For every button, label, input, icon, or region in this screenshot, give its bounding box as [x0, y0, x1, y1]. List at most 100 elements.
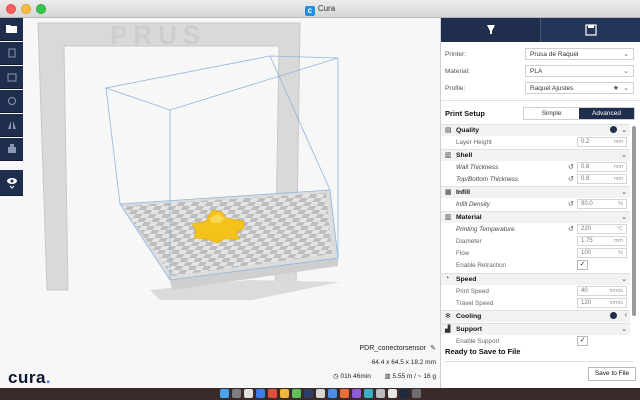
dock-app-icon[interactable] — [375, 389, 385, 398]
chevron-down-icon: ⌄ — [621, 152, 627, 159]
infill-density-input[interactable]: 90.0% — [577, 199, 627, 209]
dock-app-icon[interactable] — [363, 389, 373, 398]
layer-height-input[interactable]: 0.2 mm — [577, 137, 627, 147]
star-icon: ★ — [612, 85, 619, 92]
eye-view-icon — [6, 177, 17, 189]
print-setup-heading: Print Setup — [445, 109, 486, 118]
quality-icon: ▤ — [445, 127, 452, 134]
macos-dock — [0, 388, 640, 400]
dock-app-icon[interactable] — [243, 389, 253, 398]
dock-app-icon[interactable] — [291, 389, 301, 398]
ready-status: Ready to Save to File — [445, 347, 521, 356]
enable-retraction-checkbox[interactable]: ✓ — [577, 260, 588, 270]
category-shell[interactable]: ▥ Shell ⌄ — [441, 149, 630, 161]
chevron-down-icon: ⌄ — [623, 68, 629, 75]
dock-finder-icon[interactable] — [219, 389, 229, 398]
dock-app-icon[interactable] — [303, 389, 313, 398]
settings-scrollbar[interactable] — [632, 126, 636, 316]
per-model-settings-button[interactable] — [0, 138, 23, 161]
setting-infill-density: Infill Density ↺ 90.0% — [441, 199, 630, 211]
reset-icon[interactable]: ↺ — [568, 163, 574, 171]
flow-input[interactable]: 100% — [577, 248, 627, 258]
dock-app-icon[interactable] — [327, 389, 337, 398]
wall-thickness-input[interactable]: 0.8 mm — [577, 162, 627, 172]
gear-icon[interactable] — [610, 312, 617, 319]
save-to-file-button[interactable]: Save to File — [588, 367, 636, 381]
rotate-tool-icon — [7, 97, 16, 105]
divider — [441, 100, 640, 101]
setting-printing-temperature: Printing Temperature ↺ 220 °C — [441, 224, 630, 236]
cura-logo: cura. — [8, 368, 52, 387]
dock-cura-icon[interactable] — [399, 389, 409, 398]
travel-speed-input[interactable]: 120 mm/s — [577, 298, 627, 308]
material-icon: ▥ — [445, 214, 452, 221]
dock-launchpad-icon[interactable] — [231, 389, 241, 398]
print-time-wrap: ◷ 01h 46min — [333, 372, 371, 380]
printing-temperature-input[interactable]: 220 °C — [577, 224, 627, 234]
category-support[interactable]: ▟ Support ⌄ — [441, 323, 630, 335]
setting-diameter: Diameter 1.75 mm — [441, 236, 630, 248]
support-icon: ▟ — [445, 326, 451, 333]
chevron-down-icon: ⌄ — [621, 276, 627, 283]
material-usage-wrap: ▥ 5.55 m / ~ 16 g — [385, 372, 437, 380]
move-tool-button[interactable] — [0, 42, 23, 65]
category-infill[interactable]: ▦ Infill ⌄ — [441, 186, 630, 198]
reset-icon[interactable]: ↺ — [568, 225, 574, 233]
dock-trash-icon[interactable] — [411, 389, 421, 398]
build-plate — [120, 190, 338, 290]
shell-icon: ▥ — [445, 152, 452, 159]
material-label: Material: — [445, 68, 470, 75]
mode-simple-button[interactable]: Simple — [524, 108, 579, 119]
3d-viewport[interactable]: PRUS — [0, 18, 440, 388]
scale-tool-icon — [7, 73, 16, 82]
build-volume-scene: PRUS — [37, 20, 340, 300]
profile-select[interactable]: Raquel Ajustes ★ ⌄ — [525, 82, 634, 94]
tab-monitor[interactable] — [540, 18, 640, 42]
chevron-left-icon: ‹ — [624, 312, 627, 319]
setting-travel-speed: Travel Speed 120 mm/s — [441, 298, 630, 310]
setting-enable-support: Enable Support ✓ — [441, 336, 630, 346]
edit-name-icon[interactable]: ✎ — [430, 344, 436, 352]
top-bottom-thickness-input[interactable]: 0.8 mm — [577, 174, 627, 184]
tab-prepare[interactable] — [441, 18, 540, 42]
dock-app-icon[interactable] — [339, 389, 349, 398]
mirror-tool-icon — [7, 121, 16, 129]
printer-select[interactable]: Prusa de Raquel ⌄ — [525, 48, 634, 60]
mode-advanced-button[interactable]: Advanced — [579, 108, 634, 119]
enable-support-checkbox[interactable]: ✓ — [577, 336, 588, 346]
mirror-tool-button[interactable] — [0, 114, 23, 137]
scale-tool-button[interactable] — [0, 66, 23, 89]
material-select[interactable]: PLA ⌄ — [525, 65, 634, 77]
reset-icon[interactable]: ↺ — [568, 200, 574, 208]
setting-top-bottom-thickness: Top/Bottom Thickness ↺ 0.8 mm — [441, 174, 630, 186]
ready-divider — [445, 361, 633, 362]
dock-app-icon[interactable] — [279, 389, 289, 398]
reset-icon[interactable]: ↺ — [568, 175, 574, 183]
dock-app-icon[interactable] — [267, 389, 277, 398]
cura-app-icon: c — [304, 6, 315, 16]
dock-app-icon[interactable] — [315, 389, 325, 398]
dock-app-icon[interactable] — [387, 389, 397, 398]
chevron-down-icon: ⌄ — [623, 85, 629, 92]
open-file-button[interactable] — [0, 18, 23, 41]
gear-icon[interactable] — [610, 126, 617, 133]
view-mode-button[interactable] — [0, 170, 23, 196]
save-disk-icon — [584, 24, 597, 36]
chevron-down-icon: ⌄ — [621, 189, 627, 196]
rotate-tool-button[interactable] — [0, 90, 23, 113]
category-cooling[interactable]: ✻ Cooling ‹ — [441, 310, 630, 322]
left-toolbar — [0, 18, 23, 198]
dock-app-icon[interactable] — [351, 389, 361, 398]
infill-icon: ▦ — [445, 189, 452, 196]
move-tool-icon — [8, 48, 15, 58]
setting-enable-retraction: Enable Retraction ✓ — [441, 260, 630, 272]
category-speed[interactable]: ◔ Speed ⌄ — [441, 273, 630, 285]
window-title-wrap: c Cura — [0, 2, 640, 16]
material-row: Material: PLA ⌄ — [445, 65, 634, 79]
category-material[interactable]: ▥ Material ⌄ — [441, 211, 630, 223]
settings-sidebar: Printer: Prusa de Raquel ⌄ Material: PLA ⌄… — [440, 18, 640, 388]
print-speed-input[interactable]: 40 mm/s — [577, 286, 627, 296]
category-quality[interactable]: ▤ Quality ⌄ — [441, 124, 630, 136]
diameter-input[interactable]: 1.75 mm — [577, 236, 627, 246]
dock-app-icon[interactable] — [255, 389, 265, 398]
